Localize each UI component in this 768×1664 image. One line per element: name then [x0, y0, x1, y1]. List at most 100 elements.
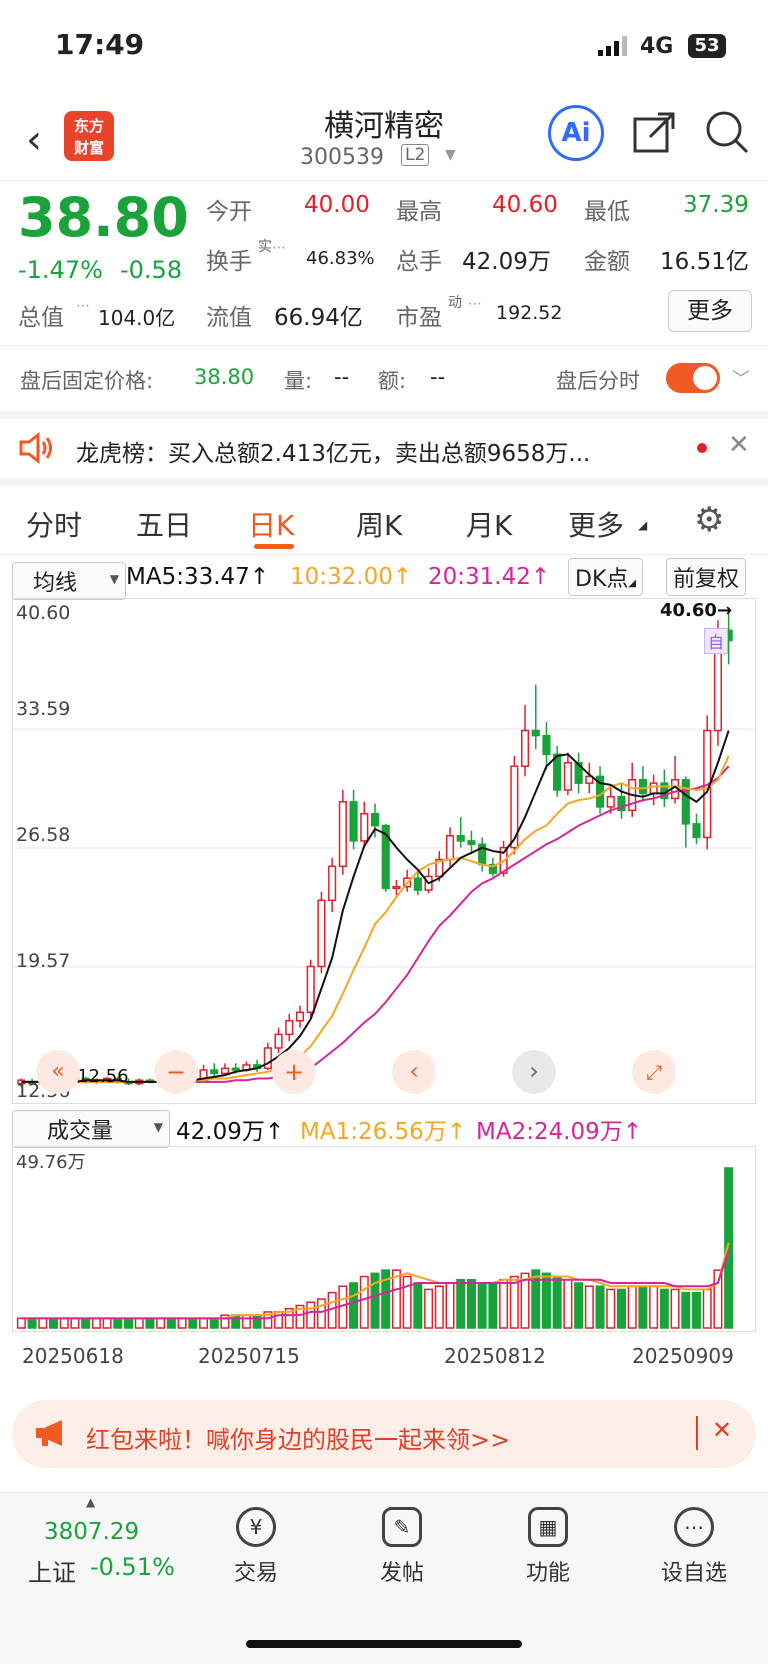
- volume-bar: [306, 1301, 316, 1329]
- turnover-label: 换手: [206, 249, 252, 275]
- chevron-down-icon[interactable]: ﹀: [732, 365, 750, 391]
- fullscreen-icon[interactable]: ⤢: [632, 1050, 676, 1094]
- volume-bar: [552, 1275, 562, 1329]
- next-icon[interactable]: ›: [512, 1050, 556, 1094]
- volume-bar: [541, 1272, 551, 1329]
- volume-bar: [199, 1317, 209, 1329]
- volume-bar: [102, 1317, 112, 1329]
- mcap-label: 总值: [18, 305, 64, 331]
- zoom-out-icon[interactable]: −: [154, 1050, 198, 1094]
- candle-body: [467, 840, 476, 846]
- pe-value: 192.52: [496, 302, 563, 324]
- share-icon[interactable]: [632, 109, 678, 159]
- tab-intraday[interactable]: 分时: [26, 504, 82, 544]
- pe-sup: 动: [448, 295, 462, 311]
- tab-five-day[interactable]: 五日: [136, 504, 192, 544]
- info-icon[interactable]: ⋯: [76, 298, 90, 314]
- gear-icon[interactable]: ⚙: [694, 500, 724, 540]
- volume-bar: [509, 1275, 519, 1329]
- volume-bar: [713, 1269, 723, 1329]
- nav-post[interactable]: ✎ 发帖: [352, 1507, 452, 1587]
- volume-bar: [49, 1317, 59, 1329]
- y-tick-label: 33.59: [16, 698, 71, 720]
- volume-bar: [595, 1285, 605, 1329]
- candle-body: [638, 779, 647, 795]
- info-icon[interactable]: ⋯: [272, 240, 286, 256]
- adjust-button[interactable]: 前复权: [666, 558, 747, 596]
- nav-trade[interactable]: ¥ 交易: [206, 1507, 306, 1587]
- ai-button[interactable]: Ai: [548, 105, 604, 161]
- candle-body: [295, 1011, 305, 1022]
- dragon-tiger-bar[interactable]: 龙虎榜：买入总额2.413亿元，卖出总额9658万... ✕: [0, 418, 768, 486]
- home-indicator: [246, 1640, 522, 1648]
- candle-body: [542, 734, 551, 756]
- volume-bar: [391, 1269, 401, 1329]
- volume-bar: [81, 1317, 91, 1329]
- mcap-value: 104.0亿: [98, 306, 176, 330]
- y-tick-label: 40.60: [16, 602, 71, 624]
- volume-label: 42.09万↑: [176, 1119, 285, 1145]
- prev-icon[interactable]: ‹: [392, 1050, 436, 1094]
- grid-icon: ▦: [528, 1507, 568, 1547]
- date-label: 20250909: [632, 1344, 734, 1368]
- date-label: 20250715: [198, 1344, 300, 1368]
- vol-ma2-label: MA2:24.09万↑: [476, 1119, 643, 1145]
- promo-banner[interactable]: 红包来啦！喊你身边的股民一起来领>> ✕: [12, 1400, 756, 1468]
- close-icon[interactable]: ✕: [712, 1416, 732, 1444]
- tab-weekly-k[interactable]: 周K: [356, 504, 402, 544]
- candle-body: [681, 779, 690, 825]
- volume-bar: [38, 1317, 48, 1329]
- candle-body: [306, 965, 315, 1014]
- volume-bar: [724, 1167, 734, 1329]
- volume-select[interactable]: 成交量 ▼: [12, 1110, 170, 1148]
- volume-chart[interactable]: [12, 1146, 756, 1332]
- search-icon[interactable]: [704, 109, 750, 159]
- nav-add-watchlist[interactable]: ⋯ 设自选: [644, 1507, 744, 1587]
- volume-bar: [691, 1291, 701, 1329]
- more-dots-icon: ⋯: [674, 1507, 714, 1547]
- tab-more[interactable]: 更多: [568, 504, 624, 544]
- nav-functions[interactable]: ▦ 功能: [498, 1507, 598, 1587]
- after-hours-vol: --: [334, 365, 350, 389]
- close-icon[interactable]: ✕: [728, 430, 750, 460]
- amount-label: 金额: [584, 249, 630, 275]
- volume-bar: [670, 1288, 680, 1329]
- float-label: 流值: [206, 305, 252, 331]
- candle-body: [360, 812, 369, 842]
- after-hours-chart-label: 盘后分时: [556, 369, 640, 393]
- info-icon[interactable]: ⋯: [468, 296, 482, 312]
- rewind-icon[interactable]: «: [36, 1050, 80, 1094]
- vol-ma1-label: MA1:26.56万↑: [300, 1119, 467, 1145]
- self-select-marker: 自: [704, 628, 728, 654]
- candlestick-chart[interactable]: [12, 598, 756, 1104]
- volume-bar: [177, 1317, 187, 1329]
- ma-select[interactable]: 均线 ▼: [12, 562, 126, 600]
- open-value: 40.00: [304, 192, 370, 218]
- more-button[interactable]: 更多: [668, 290, 752, 332]
- stock-code: 300539: [300, 145, 384, 170]
- chevron-down-icon[interactable]: ▼: [445, 147, 456, 163]
- volume-bar: [456, 1279, 466, 1329]
- volume-bar: [413, 1282, 423, 1329]
- ma10-label: 10:32.00↑: [290, 564, 413, 590]
- last-price: 38.80: [18, 186, 189, 249]
- tab-daily-k[interactable]: 日K: [248, 504, 294, 544]
- dk-points-button[interactable]: DK点◢: [568, 558, 644, 596]
- candle-body: [606, 795, 615, 808]
- battery-level: 53: [694, 35, 720, 56]
- promo-text: 红包来啦！喊你身边的股民一起来领>>: [86, 1426, 511, 1454]
- volume-bar: [70, 1317, 80, 1329]
- after-hours-toggle[interactable]: [666, 363, 720, 393]
- tab-monthly-k[interactable]: 月K: [466, 504, 512, 544]
- high-label: 最高: [396, 199, 442, 225]
- candle-body: [692, 823, 701, 839]
- level2-badge: L2: [401, 144, 430, 166]
- index-value[interactable]: 3807.29: [44, 1519, 139, 1545]
- candle-body: [531, 729, 540, 737]
- volume-bar: [627, 1285, 637, 1329]
- volume-bar: [445, 1282, 455, 1329]
- candle-body: [220, 1067, 230, 1075]
- unread-dot: [697, 443, 707, 453]
- volume-bar: [349, 1282, 359, 1329]
- zoom-in-icon[interactable]: +: [272, 1050, 316, 1094]
